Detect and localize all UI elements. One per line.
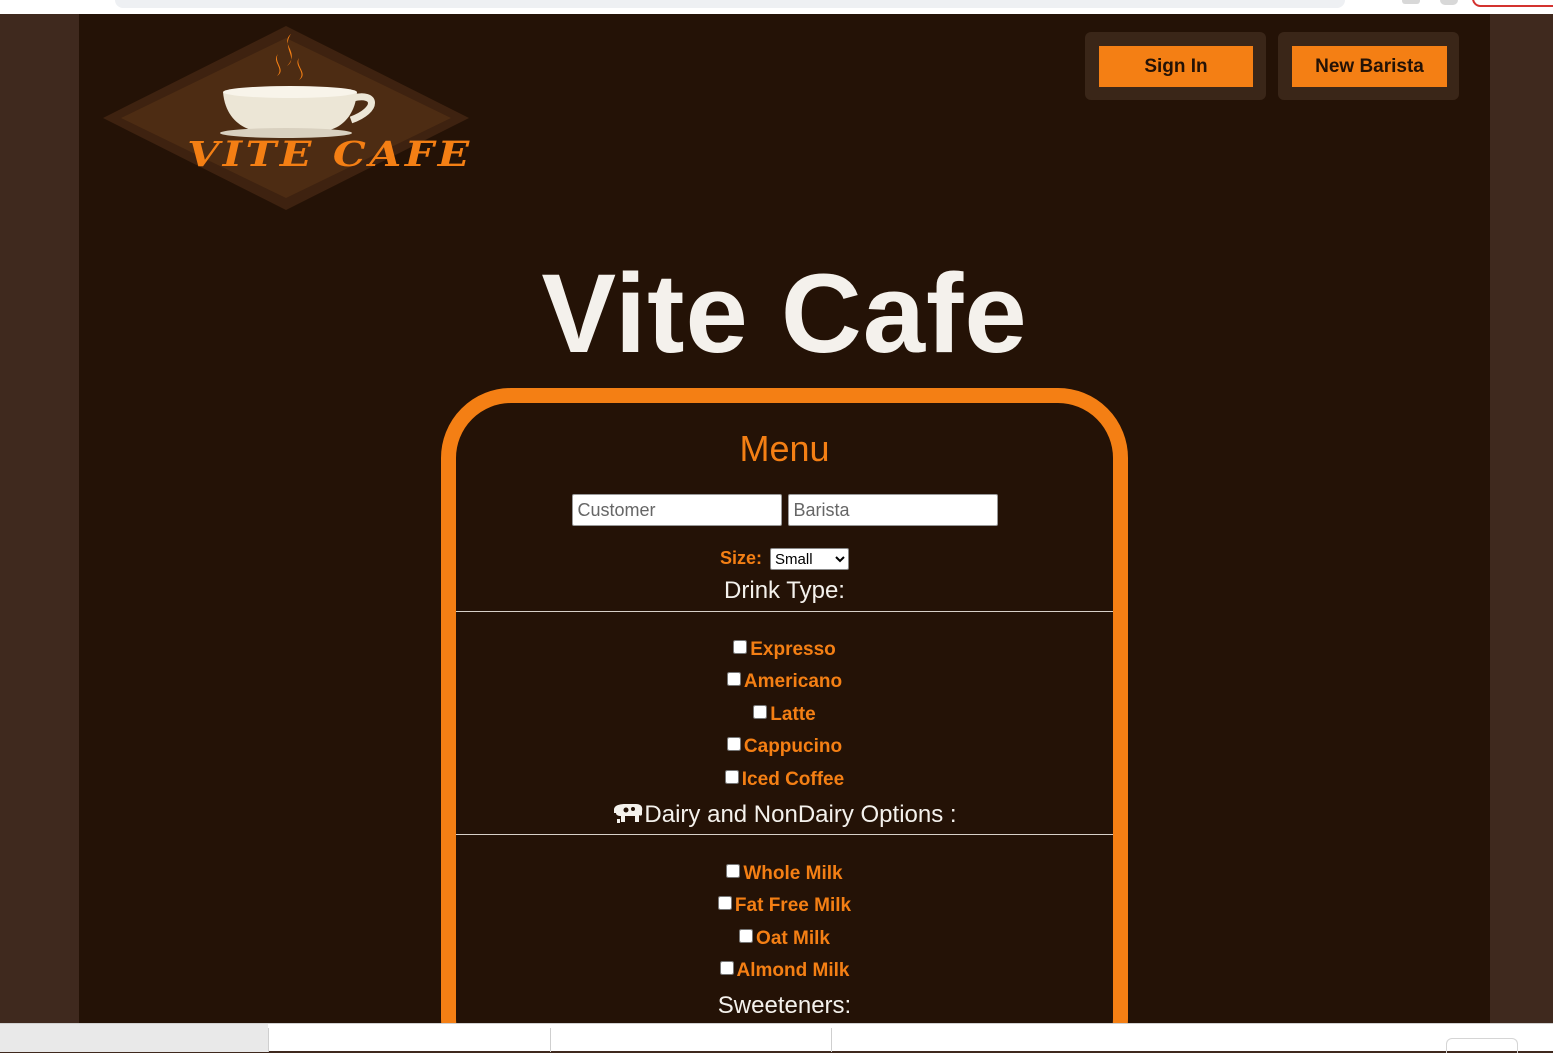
dairy-option-label: Oat Milk bbox=[756, 928, 830, 949]
download-bar bbox=[0, 1023, 1553, 1053]
separator bbox=[268, 1028, 269, 1052]
dairy-options-title: Dairy and NonDairy Options : bbox=[456, 801, 1113, 829]
dairy-option-whole-milk[interactable]: Whole Milk bbox=[456, 862, 1113, 886]
expresso-checkbox[interactable] bbox=[733, 640, 748, 654]
size-select[interactable]: Small bbox=[770, 548, 850, 571]
sign-in-container: Sign In bbox=[1085, 32, 1266, 100]
dairy-option-label: Almond Milk bbox=[736, 960, 850, 981]
oat-milk-checkbox[interactable] bbox=[739, 929, 754, 943]
customer-input[interactable] bbox=[571, 494, 782, 526]
toolbar-icon[interactable] bbox=[1402, 0, 1420, 4]
update-button[interactable] bbox=[1472, 0, 1553, 7]
fat-free-milk-checkbox[interactable] bbox=[717, 896, 732, 910]
drink-type-title: Drink Type: bbox=[724, 577, 845, 604]
dairy-option-fat-free-milk[interactable]: Fat Free Milk bbox=[456, 894, 1113, 918]
profile-icon[interactable] bbox=[1440, 0, 1458, 5]
dairy-option-label: Whole Milk bbox=[743, 863, 843, 884]
size-row: Size: Small bbox=[456, 548, 1113, 571]
address-bar[interactable] bbox=[115, 0, 1345, 8]
cow-icon bbox=[614, 804, 643, 823]
drink-type-divider bbox=[456, 611, 1113, 612]
cappucino-checkbox[interactable] bbox=[726, 737, 741, 751]
new-barista-container: New Barista bbox=[1278, 32, 1459, 100]
dairy-option-oat-milk[interactable]: Oat Milk bbox=[456, 927, 1113, 951]
sweeteners-title: Sweeteners: bbox=[717, 992, 852, 1019]
drink-option-expresso[interactable]: Expresso bbox=[456, 638, 1113, 662]
page-content: VITE CAFE Sign In New Barista Vite Cafe … bbox=[79, 14, 1490, 1023]
coffee-cup-icon bbox=[103, 26, 469, 210]
download-item[interactable] bbox=[0, 1024, 268, 1052]
separator bbox=[831, 1028, 832, 1052]
drink-option-label: Latte bbox=[770, 704, 816, 725]
logo-text: VITE CAFE bbox=[187, 134, 473, 175]
menu-title: Menu bbox=[739, 428, 830, 469]
dairy-option-label: Fat Free Milk bbox=[734, 895, 852, 916]
drink-option-latte[interactable]: Latte bbox=[456, 703, 1113, 727]
menu-card: Menu Size: Small Drink Type: Expresso Am… bbox=[441, 388, 1128, 1023]
dairy-option-almond-milk[interactable]: Almond Milk bbox=[456, 959, 1113, 983]
browser-toolbar bbox=[0, 0, 1553, 14]
almond-milk-checkbox[interactable] bbox=[719, 961, 734, 975]
dairy-divider bbox=[456, 834, 1113, 835]
drink-option-iced-coffee[interactable]: Iced Coffee bbox=[456, 768, 1113, 792]
name-inputs bbox=[456, 494, 1113, 526]
page-title: Vite Cafe bbox=[541, 251, 1028, 376]
whole-milk-checkbox[interactable] bbox=[726, 864, 741, 878]
new-barista-button[interactable]: New Barista bbox=[1292, 46, 1447, 87]
barista-input[interactable] bbox=[787, 494, 998, 526]
drink-option-label: Americano bbox=[743, 671, 843, 692]
drink-option-label: Iced Coffee bbox=[741, 769, 845, 790]
latte-checkbox[interactable] bbox=[753, 705, 768, 719]
drink-option-label: Cappucino bbox=[743, 736, 843, 757]
dairy-options-label: Dairy and NonDairy Options : bbox=[644, 801, 957, 828]
size-label: Size: bbox=[719, 548, 762, 568]
drink-option-label: Expresso bbox=[750, 639, 836, 660]
vite-cafe-logo[interactable]: VITE CAFE bbox=[101, 26, 471, 216]
americano-checkbox[interactable] bbox=[726, 672, 741, 686]
sign-in-button[interactable]: Sign In bbox=[1099, 46, 1253, 87]
iced-coffee-checkbox[interactable] bbox=[724, 770, 739, 784]
separator bbox=[550, 1028, 551, 1052]
drink-option-cappucino[interactable]: Cappucino bbox=[456, 735, 1113, 759]
drink-option-americano[interactable]: Americano bbox=[456, 670, 1113, 694]
